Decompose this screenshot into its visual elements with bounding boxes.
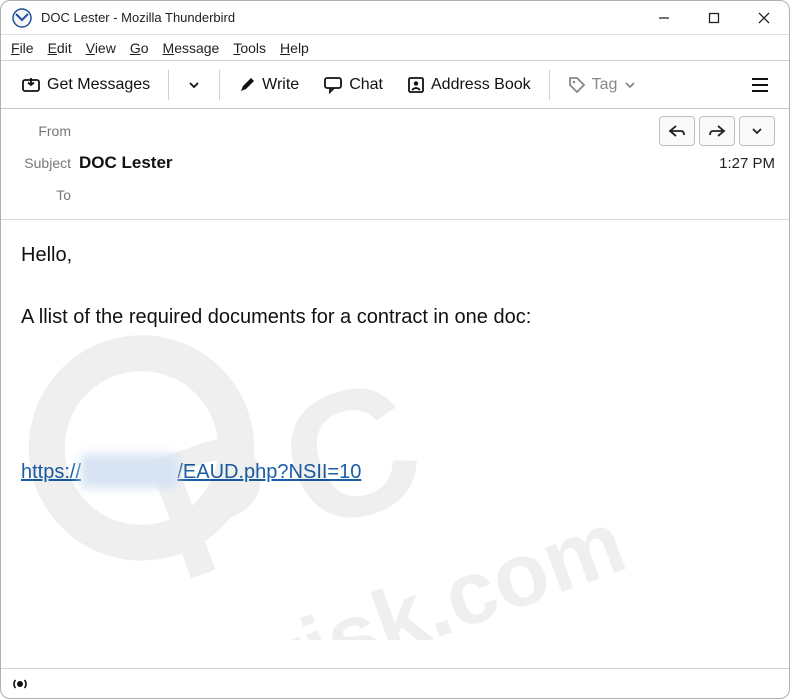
url-prefix: https:// [21,461,81,483]
get-messages-button[interactable]: Get Messages [11,70,160,100]
chat-button[interactable]: Chat [313,70,393,100]
menu-button[interactable] [741,71,779,99]
subject-value: DOC Lester [79,153,719,173]
status-bar [1,668,789,698]
menu-edit[interactable]: Edit [48,40,72,56]
minimize-button[interactable] [639,1,689,35]
tag-label: Tag [592,76,618,94]
separator [219,70,220,100]
toolbar: Get Messages Write Chat Address Book Tag [1,61,789,109]
malicious-link[interactable]: https://redacted/EAUD.php?NSII=10 [21,461,361,483]
svg-text:risk.com: risk.com [257,492,638,640]
menu-go[interactable]: Go [130,40,149,56]
body-line: A llist of the required documents for a … [21,300,769,334]
menu-bar: File Edit View Go Message Tools Help [1,35,789,61]
chevron-down-icon [750,124,764,138]
online-status-icon [11,675,29,693]
menu-tools[interactable]: Tools [233,40,266,56]
chevron-down-icon [187,78,201,92]
message-time: 1:27 PM [719,155,775,172]
forward-button[interactable] [699,116,735,146]
watermark: P C risk.com [1,220,789,640]
to-label: To [15,187,79,203]
url-redacted: redacted [81,454,177,488]
svg-text:P: P [124,389,305,619]
close-button[interactable] [739,1,789,35]
tag-button[interactable]: Tag [558,70,648,100]
chat-label: Chat [349,76,383,94]
get-messages-dropdown[interactable] [177,72,211,98]
maximize-button[interactable] [689,1,739,35]
hamburger-icon [751,77,769,93]
menu-file[interactable]: File [11,40,34,56]
forward-icon [708,124,726,138]
pencil-icon [238,76,256,94]
separator [168,70,169,100]
reply-icon [668,124,686,138]
menu-help[interactable]: Help [280,40,309,56]
write-label: Write [262,76,299,94]
tag-icon [568,76,586,94]
menu-view[interactable]: View [86,40,116,56]
reply-button[interactable] [659,116,695,146]
chat-icon [323,76,343,94]
window-title: DOC Lester - Mozilla Thunderbird [41,10,639,25]
message-body: P C risk.com Hello, A llist of the requi… [1,220,789,640]
inbox-download-icon [21,76,41,94]
body-greeting: Hello, [21,238,769,272]
address-book-icon [407,76,425,94]
chevron-down-icon [623,78,637,92]
app-icon [11,7,33,29]
from-label: From [15,123,79,139]
address-book-label: Address Book [431,76,531,94]
menu-message[interactable]: Message [163,40,220,56]
write-button[interactable]: Write [228,70,309,100]
separator [549,70,550,100]
subject-label: Subject [15,155,79,171]
more-actions-button[interactable] [739,116,775,146]
message-headers: From Subject DOC Lester 1:27 PM To [1,109,789,220]
address-book-button[interactable]: Address Book [397,70,541,100]
get-messages-label: Get Messages [47,76,150,94]
url-suffix: /EAUD.php?NSII=10 [177,461,361,483]
